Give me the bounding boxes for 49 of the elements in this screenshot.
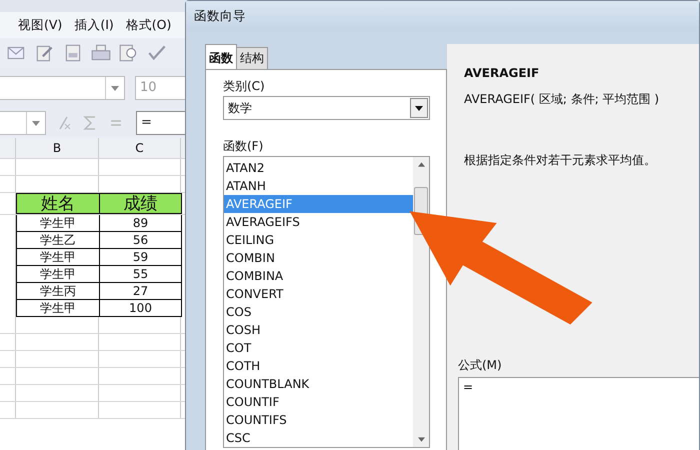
table-cell: 学生甲 xyxy=(16,249,100,266)
function-description: 根据指定条件对若干元素求平均值。 xyxy=(464,152,657,169)
table-cell: 27 xyxy=(100,283,182,300)
font-name-dropdown[interactable] xyxy=(0,76,125,100)
table-header-cell: 姓名 xyxy=(16,193,100,214)
table-cell: 学生甲 xyxy=(16,266,100,283)
scroll-down-icon[interactable] xyxy=(418,437,424,442)
name-box[interactable] xyxy=(0,111,46,135)
column-header[interactable]: B xyxy=(16,138,99,158)
formula-field[interactable]: = xyxy=(458,377,699,450)
table-cell: 59 xyxy=(100,249,182,266)
table-cell: 学生甲 xyxy=(16,215,100,232)
spellcheck-icon[interactable] xyxy=(146,44,168,62)
table-cell: 89 xyxy=(100,215,182,232)
sum-icon[interactable] xyxy=(82,115,98,131)
scrollbar[interactable] xyxy=(413,157,429,447)
table-cell: 56 xyxy=(100,232,182,249)
category-label: 类别(C) xyxy=(223,78,266,95)
function-list-item[interactable]: COUNTIF xyxy=(224,393,413,411)
function-list-item[interactable]: ATANH xyxy=(224,177,413,195)
function-name: AVERAGEIF xyxy=(464,66,540,80)
table-cell: 学生甲 xyxy=(16,300,100,317)
menu-item[interactable]: 格式(O) xyxy=(126,16,172,34)
tab[interactable]: 函数 xyxy=(205,44,237,69)
function-list-item[interactable]: COUNTBLANK xyxy=(224,375,413,393)
function-syntax: AVERAGEIF( 区域; 条件; 平均范围 ) xyxy=(464,91,660,108)
table-cell: 55 xyxy=(100,266,182,283)
menu-item[interactable]: 视图(V) xyxy=(18,16,62,34)
functions-label: 函数(F) xyxy=(223,138,264,155)
tab[interactable]: 结构 xyxy=(236,47,268,69)
table-header-cell: 成绩 xyxy=(100,193,182,214)
table-cell: 学生丙 xyxy=(16,283,100,300)
column-header[interactable]: C xyxy=(99,138,181,158)
function-list-item[interactable]: ATAN2 xyxy=(224,159,413,177)
function-list-item[interactable]: COT xyxy=(224,339,413,357)
function-list[interactable]: ATAN2 ATANH AVERAGEIF AVERAGEIFS CEILING COMBIN COMBINA CONVERT COS COSH COT COTH COUNTBLANK COUNTIF COUNTIFS CSC xyxy=(223,156,430,448)
formula-input[interactable]: = xyxy=(136,111,185,135)
formula-label: 公式(M) xyxy=(458,357,503,374)
scroll-up-icon[interactable] xyxy=(418,162,424,167)
function-list-item[interactable]: CSC xyxy=(224,429,413,447)
function-list-item[interactable]: COTH xyxy=(224,357,413,375)
function-list-item[interactable]: COUNTIFS xyxy=(224,411,413,429)
table-cell: 100 xyxy=(100,300,182,317)
dropdown-arrow-icon[interactable] xyxy=(415,106,423,110)
dialog-title: 函数向导 xyxy=(186,1,699,30)
printer-icon[interactable] xyxy=(90,44,112,62)
menu-item[interactable]: 插入(I) xyxy=(74,16,114,34)
category-dropdown[interactable]: 数学 xyxy=(223,96,430,120)
table-cell: 学生乙 xyxy=(16,232,100,249)
